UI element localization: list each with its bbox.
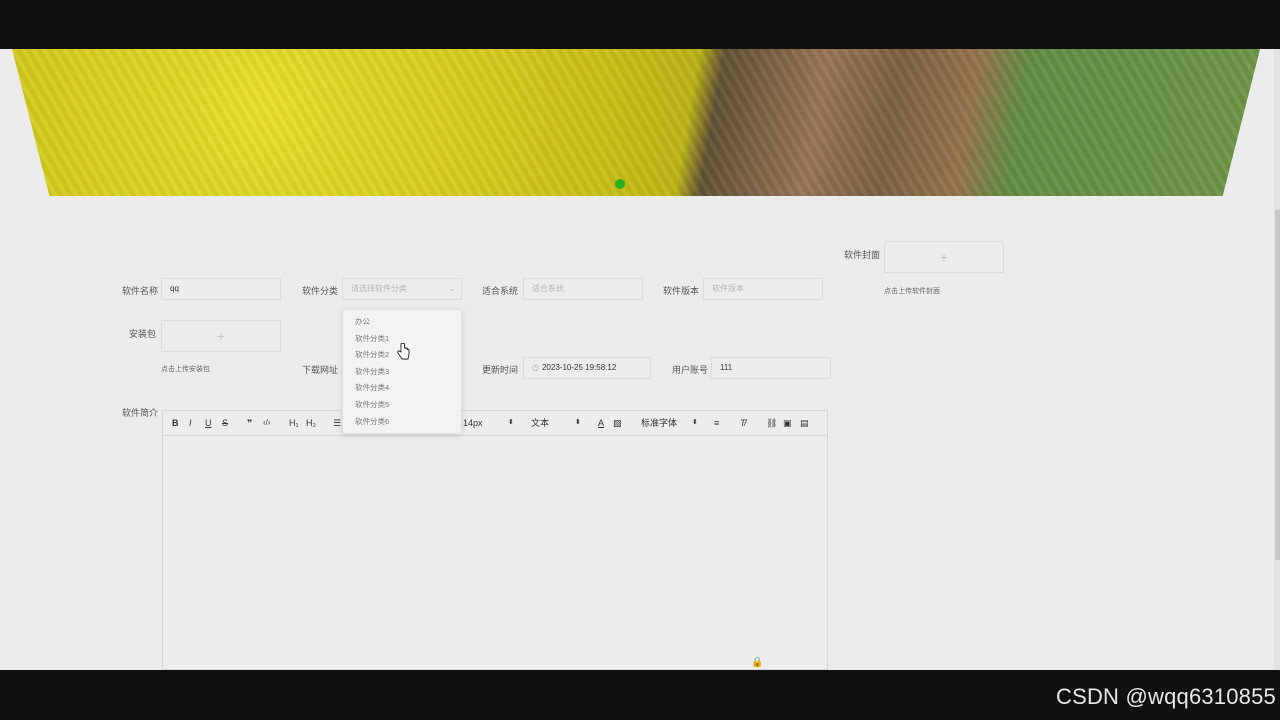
dropdown-option[interactable]: 软件分类3: [343, 364, 461, 381]
intro-label: 软件简介: [122, 408, 159, 418]
lock-icon: 🔒: [751, 657, 764, 668]
watermark-text: CSDN @wqq6310855: [1056, 684, 1276, 709]
system-placeholder: 适合系统: [532, 284, 564, 293]
update-time-input[interactable]: ◷ 2023-10-25 19:58:12: [523, 357, 651, 379]
clear-format-icon[interactable]: T̸: [740, 411, 746, 435]
background-color-icon[interactable]: ▨: [613, 411, 622, 435]
h1-button[interactable]: H₁: [289, 411, 299, 435]
chevron-updown-icon: ⬍: [692, 419, 698, 426]
package-label: 安装包: [129, 329, 157, 339]
software-name-input[interactable]: qq: [161, 278, 281, 300]
editor-toolbar: B I U S ❞ ‹/› H₁ H₂ ☰ ☰ ☰ 14px ⬍ 文本 ⬍ A …: [163, 411, 827, 436]
dropdown-option[interactable]: 软件分类4: [343, 380, 461, 397]
vertical-scrollbar[interactable]: [1274, 49, 1280, 670]
chevron-updown-icon: ⬍: [508, 419, 514, 426]
font-size-select[interactable]: 14px: [463, 411, 483, 435]
clock-icon: ◷: [532, 363, 539, 372]
ordered-list-icon[interactable]: ☰: [333, 411, 341, 435]
font-family-select[interactable]: 标准字体: [641, 411, 677, 435]
bold-button[interactable]: B: [172, 411, 179, 435]
version-placeholder: 软件版本: [712, 284, 744, 293]
cover-upload-hint: 点击上传软件封面: [884, 288, 940, 295]
cover-upload-button[interactable]: +: [884, 241, 1004, 273]
quote-button[interactable]: ❞: [247, 411, 252, 435]
italic-button[interactable]: I: [189, 411, 192, 435]
system-input[interactable]: 适合系统: [523, 278, 643, 300]
plus-icon: +: [939, 249, 949, 265]
font-color-icon[interactable]: A: [598, 411, 604, 435]
dropdown-option[interactable]: 软件分类6: [343, 414, 461, 431]
version-input[interactable]: 软件版本: [703, 278, 823, 300]
indicator-dot[interactable]: [615, 179, 625, 189]
plus-icon: +: [216, 328, 226, 344]
chevron-updown-icon: ⬍: [575, 419, 581, 426]
hand-cursor-icon: [397, 343, 410, 360]
category-dropdown-menu: 办公 软件分类1 软件分类2 软件分类3 软件分类4 软件分类5 软件分类6: [342, 309, 462, 434]
link-icon[interactable]: ⛓: [766, 411, 777, 435]
h2-button[interactable]: H₂: [306, 411, 316, 435]
page-viewport: 软件名称 qq 软件分类 请选择软件分类 ⌄ 适合系统 适合系统 软件版本 软件…: [0, 49, 1280, 670]
user-account-input[interactable]: 111: [711, 357, 831, 379]
software-category-label: 软件分类: [302, 286, 339, 296]
update-time-label: 更新时间: [482, 365, 519, 375]
package-upload-button[interactable]: +: [161, 320, 281, 352]
chevron-down-icon: ⌄: [448, 284, 455, 293]
strike-button[interactable]: S: [222, 411, 228, 435]
dropdown-option[interactable]: 办公: [343, 314, 461, 331]
package-upload-hint: 点击上传安装包: [161, 366, 210, 373]
software-category-select[interactable]: 请选择软件分类 ⌄: [342, 278, 462, 300]
top-black-bar: [0, 0, 1280, 49]
system-label: 适合系统: [482, 286, 519, 296]
image-icon[interactable]: ▣: [783, 411, 792, 435]
version-label: 软件版本: [663, 286, 700, 296]
update-time-value: 2023-10-25 19:58:12: [541, 363, 617, 372]
cover-label: 软件封面: [844, 250, 881, 260]
video-icon[interactable]: ▤: [800, 411, 809, 435]
software-category-placeholder: 请选择软件分类: [351, 284, 407, 293]
dropdown-option[interactable]: 软件分类5: [343, 397, 461, 414]
code-button[interactable]: ‹/›: [263, 411, 271, 435]
align-icon[interactable]: ≡: [714, 411, 719, 435]
user-account-label: 用户账号: [672, 365, 709, 375]
underline-button[interactable]: U: [205, 411, 212, 435]
banner-image: [12, 49, 1260, 196]
download-url-label: 下载网址: [302, 365, 339, 375]
software-name-label: 软件名称: [122, 286, 159, 296]
scrollbar-thumb[interactable]: [1275, 210, 1280, 560]
rich-text-editor[interactable]: B I U S ❞ ‹/› H₁ H₂ ☰ ☰ ☰ 14px ⬍ 文本 ⬍ A …: [162, 410, 828, 670]
text-style-select[interactable]: 文本: [531, 411, 549, 435]
